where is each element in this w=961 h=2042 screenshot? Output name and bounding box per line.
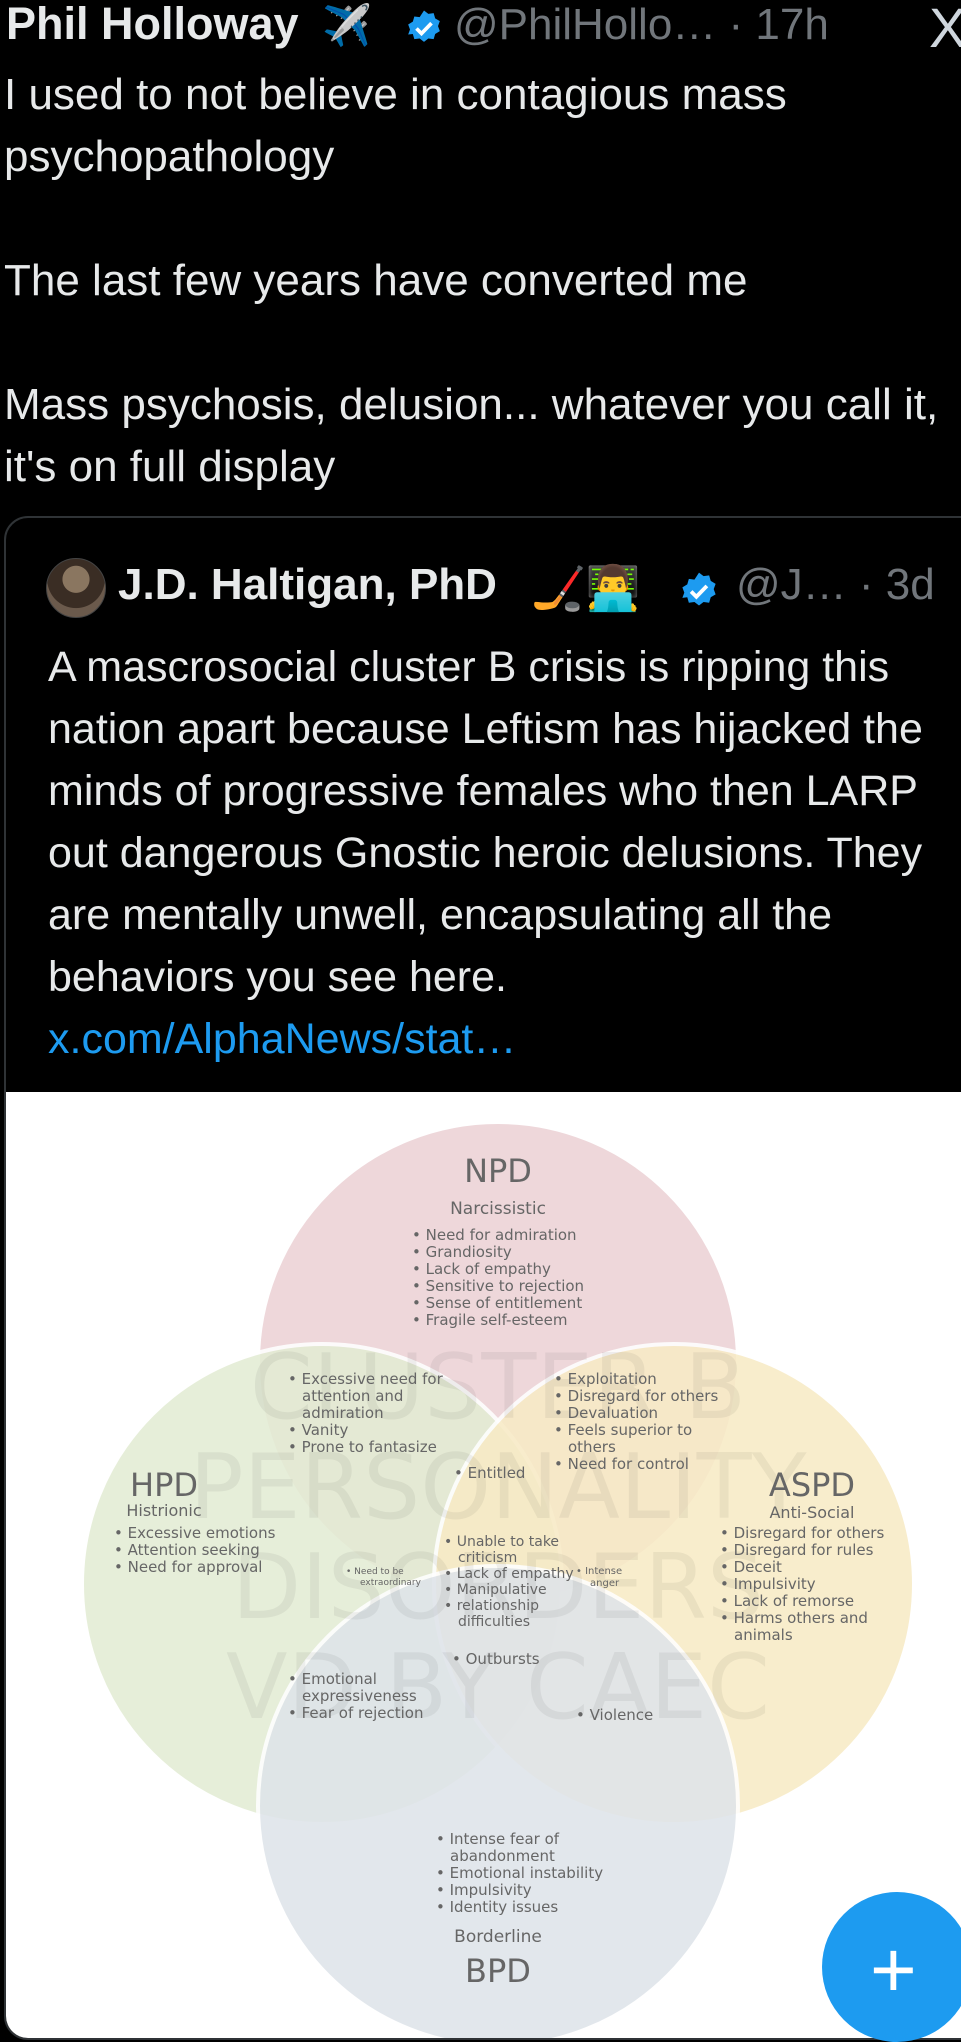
hpd-trait-1: • Attention seeking xyxy=(114,1541,260,1559)
npd-hpd-trait-2: admiration xyxy=(302,1404,384,1422)
need-extraordinary-line-0: • Need to be xyxy=(346,1567,404,1577)
post-paragraph-3: Mass psychosis, delusion... whatever you… xyxy=(4,380,939,491)
quoted-text-body: A mascrosocial cluster B crisis is rippi… xyxy=(48,643,923,1001)
venn-diagram: CLUSTER B PERSONALITY DISORDERS VD BY CA… xyxy=(80,1120,916,2038)
bpd-trait-3: • Impulsivity xyxy=(436,1881,532,1899)
intense-anger-line-1: anger xyxy=(590,1578,620,1589)
aspd-code: ASPD xyxy=(769,1466,855,1504)
aspd-trait-3: • Impulsivity xyxy=(720,1575,816,1593)
entitled-label: • Entitled xyxy=(454,1464,525,1482)
quoted-author-avatar[interactable] xyxy=(46,558,106,618)
npd-aspd-trait-1: • Disregard for others xyxy=(554,1387,718,1405)
npd-aspd-trait-5: • Need for control xyxy=(554,1455,689,1473)
hpd-trait-2: • Need for approval xyxy=(114,1558,262,1576)
venn-diagram-image[interactable]: CLUSTER B PERSONALITY DISORDERS VD BY CA… xyxy=(6,1092,961,2038)
close-icon[interactable]: X xyxy=(929,0,961,56)
npd-aspd-trait-2: • Devaluation xyxy=(554,1404,658,1422)
npd-hpd-trait-3: • Vanity xyxy=(288,1421,348,1439)
plus-icon: + xyxy=(870,1925,917,2014)
need-extraordinary-line-1: extraordinary xyxy=(360,1578,422,1588)
aspd-trait-0: • Disregard for others xyxy=(720,1524,884,1542)
bpd-name: Borderline xyxy=(454,1927,542,1947)
npd-trait-5: • Fragile self-esteem xyxy=(412,1311,567,1329)
quoted-tweet-card[interactable]: J.D. Haltigan, PhD 🏒👨‍💻 @J… · 3d A mascr… xyxy=(4,516,961,2040)
center-trait-4: • relationship xyxy=(444,1598,539,1614)
center-trait-1: criticism xyxy=(458,1550,517,1566)
hpd-bpd-trait-1: expressiveness xyxy=(302,1687,417,1705)
npd-trait-3: • Sensitive to rejection xyxy=(412,1277,584,1295)
hpd-code: HPD xyxy=(130,1466,198,1504)
aspd-trait-6: animals xyxy=(734,1626,793,1644)
airplane-emoji: ✈️ xyxy=(322,4,372,48)
npd-trait-4: • Sense of entitlement xyxy=(412,1294,582,1312)
npd-trait-1: • Grandiosity xyxy=(412,1243,512,1261)
aspd-trait-4: • Lack of remorse xyxy=(720,1592,854,1610)
npd-aspd-trait-4: others xyxy=(568,1438,616,1456)
bpd-trait-1: abandonment xyxy=(450,1847,555,1865)
aspd-trait-2: • Deceit xyxy=(720,1558,782,1576)
quoted-author-emoji: 🏒👨‍💻 xyxy=(531,564,641,613)
author-name[interactable]: Phil Holloway xyxy=(6,0,299,50)
npd-hpd-trait-4: • Prone to fantasize xyxy=(288,1438,437,1456)
bpd-code: BPD xyxy=(465,1952,531,1990)
npd-code: NPD xyxy=(464,1152,532,1190)
compose-fab-button[interactable]: + xyxy=(822,1892,961,2042)
npd-traits: • Need for admiration• Grandiosity• Lack… xyxy=(412,1226,584,1329)
verified-badge-icon xyxy=(682,572,716,606)
watermark-line-2: PERSONALITY xyxy=(189,1435,807,1540)
violence-label: • Violence xyxy=(576,1706,653,1724)
post-paragraph-2: The last few years have converted me xyxy=(4,256,748,305)
npd-trait-0: • Need for admiration xyxy=(412,1226,577,1244)
hpd-bpd-trait-2: • Fear of rejection xyxy=(288,1704,423,1722)
npd-hpd-trait-1: attention and xyxy=(302,1387,403,1405)
hpd-bpd-trait-0: • Emotional xyxy=(288,1670,377,1688)
intense-anger-line-0: • Intense xyxy=(576,1566,622,1577)
aspd-name: Anti-Social xyxy=(769,1503,854,1522)
hpd-name: Histrionic xyxy=(126,1501,201,1520)
npd-aspd-trait-0: • Exploitation xyxy=(554,1370,657,1388)
outbursts-label: • Outbursts xyxy=(452,1650,540,1668)
bpd-trait-0: • Intense fear of xyxy=(436,1830,560,1848)
aspd-trait-1: • Disregard for rules xyxy=(720,1541,874,1559)
bpd-trait-4: • Identity issues xyxy=(436,1898,558,1916)
bpd-trait-2: • Emotional instability xyxy=(436,1864,603,1882)
author-handle-time[interactable]: @PhilHollo… · 17h xyxy=(454,0,829,50)
npd-trait-2: • Lack of empathy xyxy=(412,1260,551,1278)
npd-hpd-trait-0: • Excessive need for xyxy=(288,1370,444,1388)
quoted-tweet-text: A mascrosocial cluster B crisis is rippi… xyxy=(48,636,961,1070)
verified-badge-icon xyxy=(408,10,440,42)
npd-name: Narcissistic xyxy=(450,1199,546,1219)
hpd-traits: • Excessive emotions• Attention seeking•… xyxy=(114,1524,276,1576)
post-paragraph-1: I used to not believe in contagious mass… xyxy=(4,70,787,181)
tweet-header: Phil Holloway ✈️ @PhilHollo… · 17h X xyxy=(4,0,961,56)
quoted-tweet-link[interactable]: x.com/AlphaNews/stat… xyxy=(48,1015,516,1063)
center-trait-3: • Manipulative xyxy=(444,1582,547,1598)
aspd-trait-5: • Harms others and xyxy=(720,1609,868,1627)
quoted-author-name[interactable]: J.D. Haltigan, PhD xyxy=(118,560,497,610)
center-trait-2: • Lack of empathy xyxy=(444,1566,574,1582)
venn-labels: NPD Narcissistic • Need for admiration• … xyxy=(114,1152,884,1990)
post-body: I used to not believe in contagious mass… xyxy=(4,64,959,498)
npd-aspd-trait-3: • Feels superior to xyxy=(554,1421,692,1439)
center-trait-0: • Unable to take xyxy=(444,1534,559,1550)
center-trait-5: difficulties xyxy=(458,1614,530,1630)
hpd-trait-0: • Excessive emotions xyxy=(114,1524,276,1542)
quoted-author-handle-time[interactable]: @J… · 3d xyxy=(736,560,935,610)
